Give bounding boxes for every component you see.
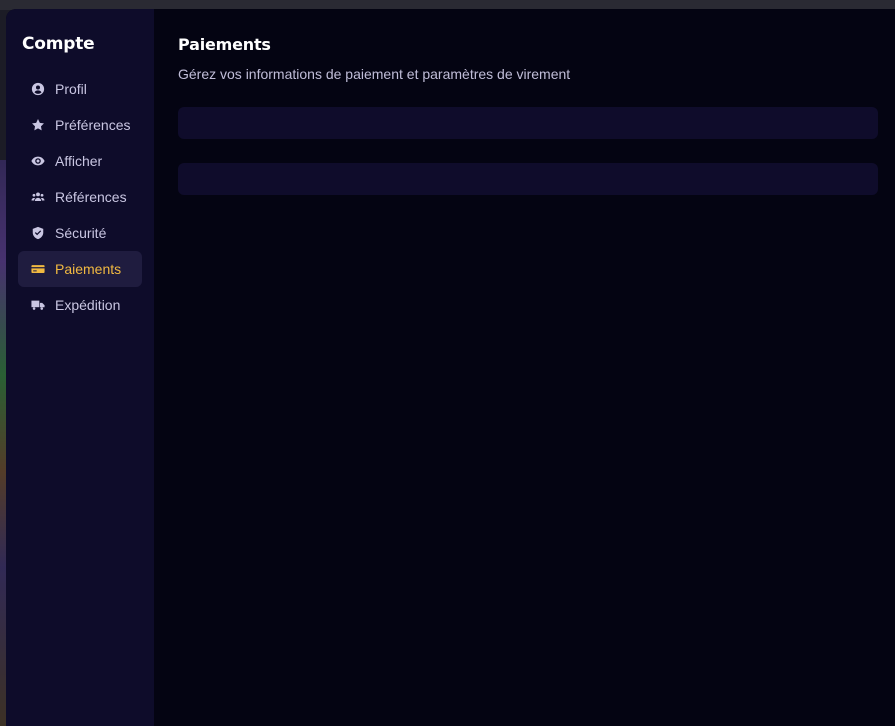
shield-check-icon bbox=[31, 226, 45, 240]
transfer-section-placeholder bbox=[178, 163, 878, 195]
sidebar-item-label: Expédition bbox=[55, 297, 121, 313]
eye-icon bbox=[31, 154, 45, 168]
sidebar-title: Compte bbox=[22, 34, 95, 54]
sidebar-item-expedition[interactable]: Expédition bbox=[18, 287, 142, 323]
sidebar-item-paiements[interactable]: Paiements bbox=[18, 251, 142, 287]
page-title: Paiements bbox=[178, 35, 271, 54]
sidebar-item-label: Préférences bbox=[55, 117, 131, 133]
sidebar-item-label: Paiements bbox=[55, 261, 122, 277]
sidebar-item-afficher[interactable]: Afficher bbox=[18, 143, 142, 179]
sidebar: Compte Profil Préférences Afficher Référ… bbox=[6, 9, 154, 726]
payment-section-placeholder bbox=[178, 107, 878, 139]
sidebar-item-profil[interactable]: Profil bbox=[18, 71, 142, 107]
sidebar-item-securite[interactable]: Sécurité bbox=[18, 215, 142, 251]
settings-window: Compte Profil Préférences Afficher Référ… bbox=[6, 9, 895, 726]
main-content: Paiements Gérez vos informations de paie… bbox=[154, 9, 895, 726]
sidebar-item-preferences[interactable]: Préférences bbox=[18, 107, 142, 143]
sidebar-nav: Profil Préférences Afficher Références S… bbox=[6, 71, 154, 323]
sidebar-item-references[interactable]: Références bbox=[18, 179, 142, 215]
truck-icon bbox=[31, 298, 45, 312]
sidebar-item-label: Profil bbox=[55, 81, 87, 97]
users-icon bbox=[31, 190, 45, 204]
star-icon bbox=[31, 118, 45, 132]
sidebar-item-label: Sécurité bbox=[55, 225, 107, 241]
credit-card-icon bbox=[31, 262, 45, 276]
page-subtitle: Gérez vos informations de paiement et pa… bbox=[178, 66, 571, 82]
sidebar-item-label: Références bbox=[55, 189, 127, 205]
user-circle-icon bbox=[31, 82, 45, 96]
sidebar-item-label: Afficher bbox=[55, 153, 103, 169]
